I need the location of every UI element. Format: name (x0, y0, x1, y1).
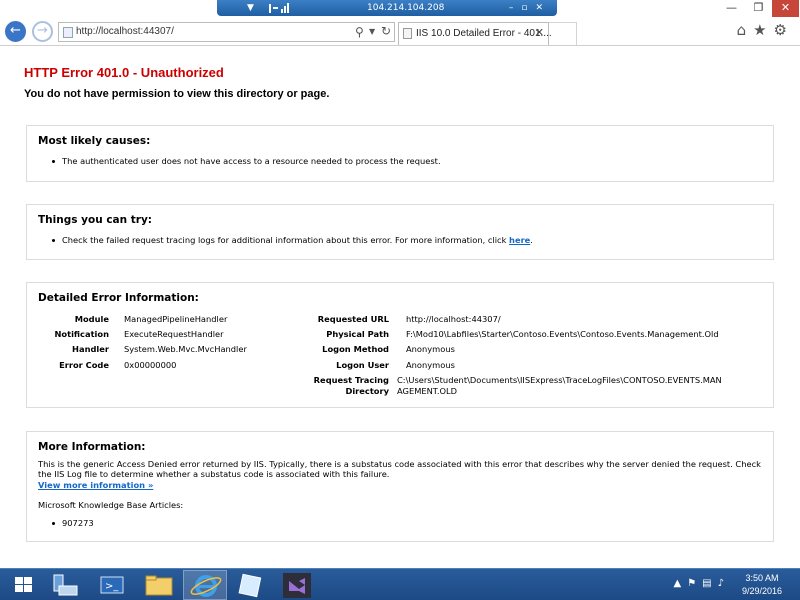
list-item: 907273 (52, 518, 94, 528)
try-panel: Things you can try: Check the failed req… (26, 204, 774, 260)
windows-logo-icon (15, 577, 32, 592)
internet-explorer-icon (190, 575, 222, 597)
chevron-down-icon[interactable]: ▼ (369, 27, 375, 36)
detail-label: Request Tracing (313, 375, 389, 385)
action-center-icon[interactable]: ⚑ (687, 578, 702, 589)
folder-icon (145, 575, 173, 596)
rdp-host-address: 104.214.104.208 (367, 3, 445, 13)
close-icon[interactable]: ✕ (535, 26, 544, 39)
kb-label: Microsoft Knowledge Base Articles: (38, 500, 184, 510)
detail-label: Handler (72, 344, 109, 354)
page-content: HTTP Error 401.0 - Unauthorized You do n… (0, 46, 800, 568)
home-icon[interactable]: ⌂ (737, 21, 754, 39)
browser-toolbar-icons: ⌂★⚙ (737, 21, 794, 39)
signal-strength-icon (269, 3, 289, 13)
more-info-panel: More Information: This is the generic Ac… (26, 431, 774, 542)
kb-list: 907273 (52, 517, 94, 529)
clock-date: 9/29/2016 (741, 586, 783, 596)
try-text: Check the failed request tracing logs fo… (62, 235, 510, 245)
refresh-icon[interactable]: ↻ (381, 24, 391, 38)
detail-label: Error Code (59, 360, 109, 370)
try-list: Check the failed request tracing logs fo… (52, 234, 533, 246)
chevron-up-icon[interactable]: ▲ (673, 578, 687, 589)
visual-studio-icon (283, 573, 311, 598)
try-end: . (530, 235, 533, 245)
detail-value: Anonymous (406, 344, 455, 354)
internet-explorer-button[interactable] (183, 570, 227, 600)
server-manager-icon (53, 574, 78, 596)
pin-icon[interactable]: ▼ (247, 0, 254, 16)
detail-label: Module (74, 314, 109, 324)
detail-heading: Detailed Error Information: (38, 292, 199, 304)
detail-value: http://localhost:44307/ (406, 314, 501, 324)
detail-label: Logon User (336, 360, 389, 370)
more-heading: More Information: (38, 441, 146, 453)
more-text: This is the generic Access Denied error … (38, 459, 761, 479)
browser-nav-row: ← → http://localhost:44307/ ⚲ ▼ ↻ IIS 10… (0, 17, 800, 46)
minimize-button[interactable]: — (718, 0, 745, 17)
notepad-button[interactable] (229, 570, 273, 600)
tab-title: IIS 10.0 Detailed Error - 401.... (416, 28, 552, 39)
detail-label: Physical Path (326, 329, 389, 339)
visual-studio-button[interactable] (275, 570, 319, 600)
powershell-icon: >_ (100, 576, 124, 594)
causes-panel: Most likely causes: The authenticated us… (26, 125, 774, 182)
detail-value: Anonymous (406, 360, 455, 370)
detail-value: ExecuteRequestHandler (124, 329, 224, 339)
window-controls: — ❐ ✕ (718, 0, 800, 17)
file-explorer-button[interactable] (137, 570, 181, 600)
new-tab-button[interactable] (549, 22, 577, 46)
system-tray: ▲⚑▤♪ (673, 578, 730, 589)
clock[interactable]: 3:50 AM 9/29/2016 (732, 572, 792, 598)
taskbar: >_ ▲⚑▤♪ 3:50 AM 9/29/2016 (0, 568, 800, 600)
page-title: HTTP Error 401.0 - Unauthorized (24, 65, 224, 80)
close-button[interactable]: ✕ (772, 0, 799, 17)
detail-label: Logon Method (322, 344, 389, 354)
page-icon (63, 27, 73, 38)
back-button[interactable]: ← (5, 21, 26, 42)
detail-panel: Detailed Error Information: Module Manag… (26, 282, 774, 408)
here-link[interactable]: here (509, 235, 530, 245)
maximize-button[interactable]: ❐ (745, 0, 772, 17)
start-button[interactable] (2, 570, 46, 600)
causes-list: The authenticated user does not have acc… (52, 155, 441, 167)
gear-icon[interactable]: ⚙ (774, 21, 794, 39)
detail-value: F:\Mod10\Labfiles\Starter\Contoso.Events… (406, 329, 719, 339)
volume-icon[interactable]: ♪ (718, 578, 730, 589)
svg-text:>_: >_ (105, 581, 119, 592)
detail-value: ManagedPipelineHandler (124, 314, 228, 324)
detail-value: C:\Users\Student\Documents\IISExpress\Tr… (397, 375, 722, 385)
list-item: The authenticated user does not have acc… (52, 156, 441, 166)
page-icon (403, 28, 412, 39)
url-text[interactable]: http://localhost:44307/ (76, 26, 174, 37)
rdp-window-buttons[interactable]: –▫✕ (509, 0, 551, 16)
try-heading: Things you can try: (38, 214, 153, 226)
clock-time: 3:50 AM (745, 573, 779, 583)
forward-button[interactable]: → (32, 21, 53, 42)
detail-label: Directory (345, 386, 389, 396)
star-icon[interactable]: ★ (753, 21, 773, 39)
detail-label: Notification (54, 329, 109, 339)
remote-desktop-bar: ▼ 104.214.104.208 –▫✕ (217, 0, 557, 16)
detail-value: 0x00000000 (124, 360, 177, 370)
search-icon[interactable]: ⚲ (355, 25, 364, 39)
tab-iis-error[interactable]: IIS 10.0 Detailed Error - 401.... ✕ (398, 22, 552, 46)
detail-value: System.Web.Mvc.MvcHandler (124, 344, 247, 354)
notepad-icon (238, 573, 262, 598)
detail-label: Requested URL (317, 314, 389, 324)
powershell-button[interactable]: >_ (91, 570, 135, 600)
causes-heading: Most likely causes: (38, 135, 151, 147)
list-item: Check the failed request tracing logs fo… (52, 234, 533, 246)
server-manager-button[interactable] (45, 570, 89, 600)
view-more-link[interactable]: View more information » (38, 480, 153, 490)
detail-value: AGEMENT.OLD (397, 386, 458, 396)
network-icon[interactable]: ▤ (702, 578, 717, 589)
address-bar[interactable]: http://localhost:44307/ ⚲ ▼ ↻ (58, 22, 395, 42)
page-subtitle: You do not have permission to view this … (24, 88, 330, 100)
